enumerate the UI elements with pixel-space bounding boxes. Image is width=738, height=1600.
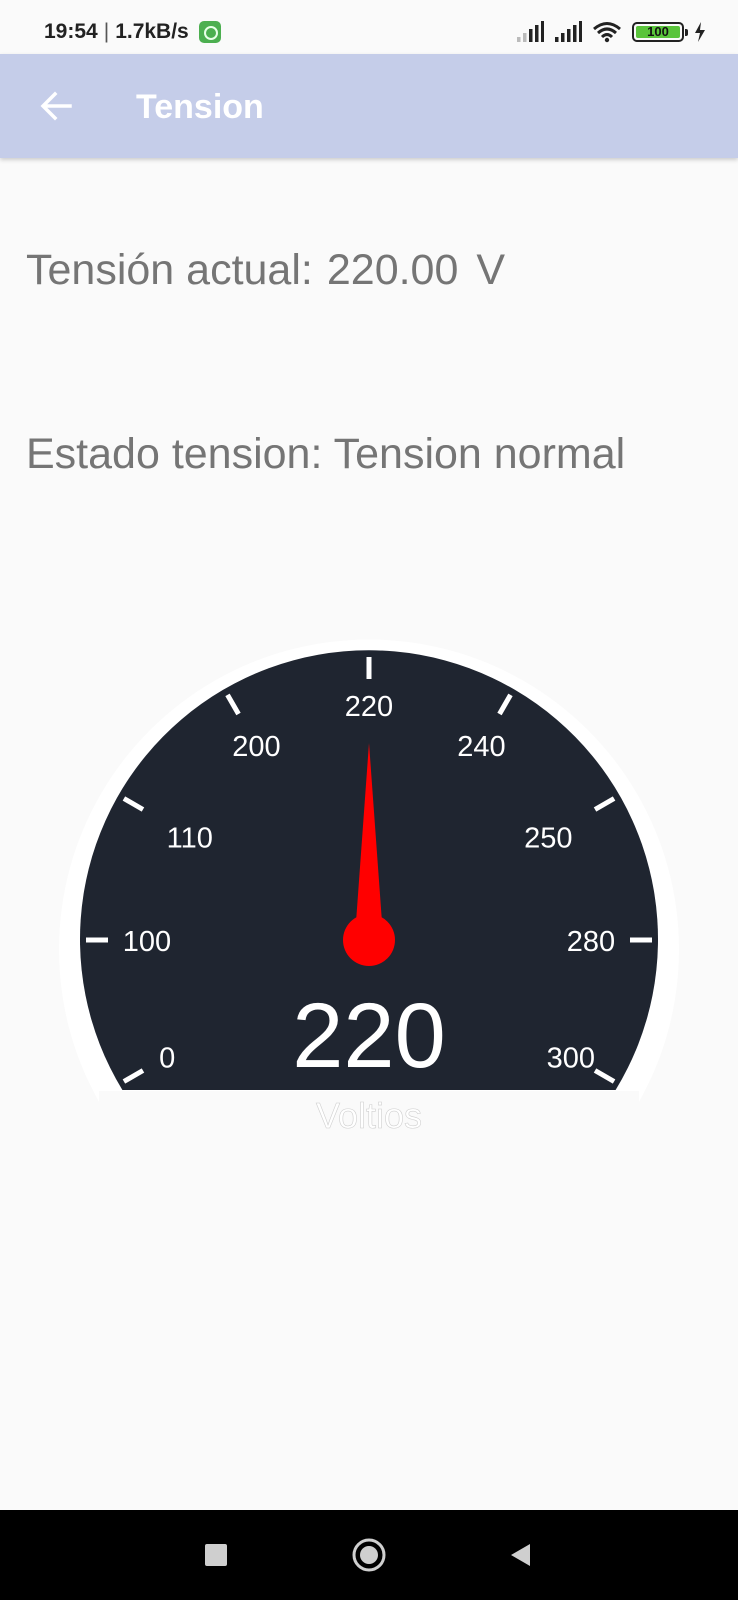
gauge-tick-label: 200 bbox=[232, 731, 280, 763]
gauge-tick-label: 110 bbox=[167, 823, 213, 855]
status-icons: 100 bbox=[516, 20, 706, 44]
arrow-left-icon bbox=[40, 91, 72, 121]
back-button[interactable] bbox=[28, 78, 84, 134]
app-notification-icon bbox=[198, 21, 221, 43]
status-bar: 19:54 | 1.7kB/s 100 bbox=[0, 0, 738, 54]
gauge-tick-label: 0 bbox=[159, 1043, 175, 1075]
gauge-tick-label: 220 bbox=[345, 691, 393, 723]
recent-apps-icon bbox=[205, 1544, 227, 1566]
gauge-value: 220 bbox=[292, 985, 446, 1087]
app-bar: Tension bbox=[0, 54, 738, 158]
battery-tip bbox=[685, 29, 688, 36]
current-voltage-unit: V bbox=[476, 246, 506, 294]
voltage-state-label: Estado tension: bbox=[26, 430, 323, 478]
gauge-tick-label: 250 bbox=[524, 823, 572, 855]
current-voltage-row: Tensión actual: 220.00 V bbox=[26, 246, 505, 295]
current-voltage-label: Tensión actual: bbox=[26, 246, 313, 294]
gauge-tick-label: 300 bbox=[547, 1043, 595, 1075]
nav-back-button[interactable] bbox=[475, 1510, 565, 1600]
wifi-icon bbox=[593, 22, 621, 43]
recent-apps-button[interactable] bbox=[171, 1510, 261, 1600]
status-left: 19:54 | 1.7kB/s bbox=[44, 20, 221, 44]
signal-1-icon bbox=[517, 21, 544, 42]
battery-level: 100 bbox=[647, 24, 669, 39]
gauge-tick-label: 280 bbox=[567, 926, 615, 958]
charging-icon bbox=[695, 22, 705, 42]
home-button[interactable] bbox=[324, 1510, 414, 1600]
home-icon bbox=[352, 1538, 386, 1572]
battery-icon: 100 bbox=[632, 22, 688, 42]
status-time: 19:54 bbox=[44, 20, 98, 43]
current-voltage-value: 220.00 bbox=[326, 246, 459, 294]
network-speed: 1.7kB/s bbox=[115, 20, 189, 43]
back-icon bbox=[511, 1544, 530, 1566]
page-title: Tension bbox=[136, 88, 264, 126]
gauge-unit-label: Voltios bbox=[316, 1095, 422, 1136]
status-separator: | bbox=[103, 20, 110, 43]
voltage-gauge: 0 100 110 200 220 240 250 280 300 220 Voltios bbox=[58, 639, 679, 1136]
navigation-bar bbox=[0, 1510, 738, 1600]
voltage-state-value: Tension normal bbox=[333, 430, 626, 478]
gauge-needle-hub bbox=[343, 914, 395, 966]
gauge-tick-label: 100 bbox=[123, 926, 171, 958]
voltage-state-row: Estado tension: Tension normal bbox=[26, 430, 625, 479]
gauge-tick-label: 240 bbox=[457, 731, 505, 763]
signal-2-icon bbox=[555, 21, 582, 42]
